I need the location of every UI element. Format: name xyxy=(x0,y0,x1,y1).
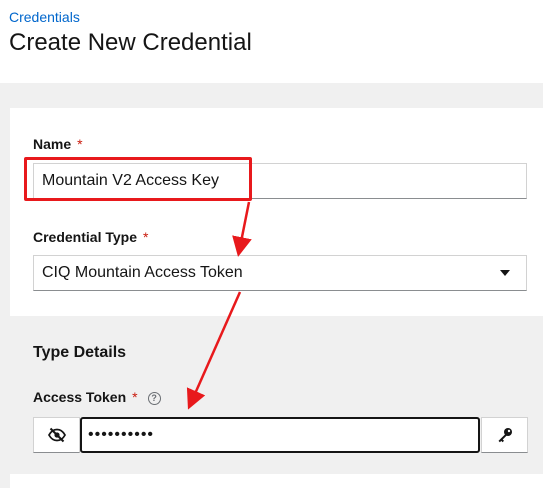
credential-type-label: Credential Type * xyxy=(33,229,149,245)
question-circle-icon[interactable]: ? xyxy=(147,392,161,405)
name-label: Name * xyxy=(33,136,83,152)
page-title: Create New Credential xyxy=(9,29,252,56)
key-icon xyxy=(498,428,512,443)
name-input[interactable]: Mountain V2 Access Key xyxy=(33,163,527,199)
type-details-title: Type Details xyxy=(33,344,127,361)
breadcrumb-credentials[interactable]: Credentials xyxy=(9,9,80,25)
access-token-label: Access Token *? xyxy=(33,389,161,405)
required-indicator: * xyxy=(143,229,149,245)
eye-slash-icon xyxy=(47,427,66,443)
access-token-input[interactable]: •••••••••• xyxy=(80,417,480,453)
toggle-visibility-button[interactable] xyxy=(33,417,80,453)
credential-type-select[interactable]: CIQ Mountain Access Token xyxy=(33,255,527,291)
page-header: Credentials Create New Credential xyxy=(0,0,543,83)
required-indicator: * xyxy=(77,136,83,152)
required-indicator: * xyxy=(132,389,138,405)
credential-type-value: CIQ Mountain Access Token xyxy=(42,264,243,281)
caret-down-icon xyxy=(500,270,510,276)
generate-key-button[interactable] xyxy=(481,417,528,453)
